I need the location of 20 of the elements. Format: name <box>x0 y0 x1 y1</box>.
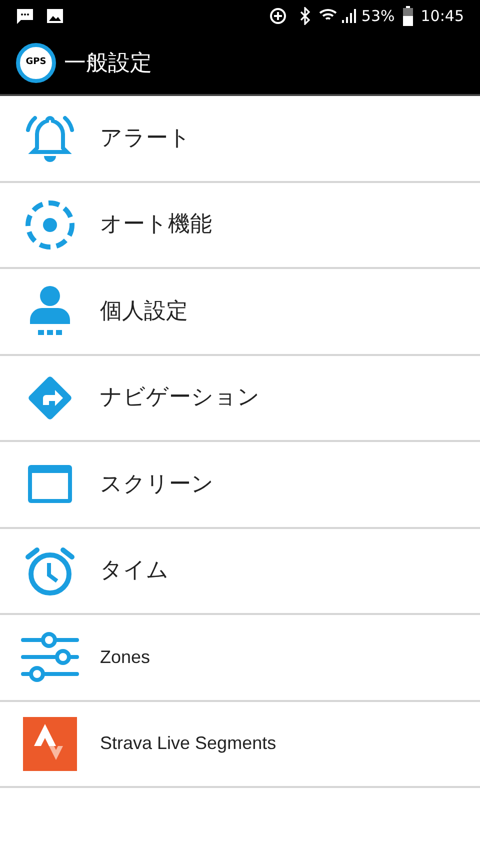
clock-time: 10:45 <box>420 6 464 27</box>
message-icon <box>16 8 34 24</box>
battery-icon <box>402 6 413 26</box>
data-saver-icon <box>269 7 288 25</box>
app-logo: GPS <box>16 43 56 83</box>
person-icon <box>28 286 72 336</box>
app-logo <box>23 716 77 771</box>
sliders-icon <box>21 632 79 682</box>
target-icon <box>24 198 76 251</box>
screen-title: 一般設定 <box>64 50 152 78</box>
settings-item[interactable]: タイム <box>0 528 480 615</box>
bluetooth-icon <box>299 7 312 25</box>
settings-item[interactable]: オート機能 <box>0 182 480 269</box>
settings-item[interactable]: Strava Live Segments <box>0 702 480 788</box>
alarm-clock-icon <box>24 544 76 597</box>
signal-icon <box>341 8 358 24</box>
battery-percent: 53% <box>361 6 395 27</box>
settings-item[interactable]: ナビゲーション <box>0 356 480 442</box>
window-icon <box>26 463 74 506</box>
image-icon <box>46 8 64 24</box>
